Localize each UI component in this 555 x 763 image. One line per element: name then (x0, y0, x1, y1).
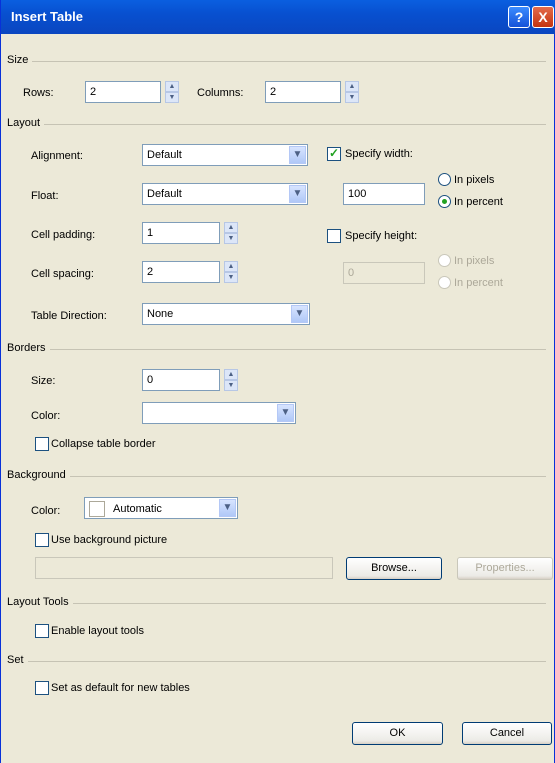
spin-up-icon[interactable]: ▲ (165, 81, 179, 92)
use-bg-picture-label: Use background picture (51, 534, 168, 546)
border-size-spinner[interactable]: ▲ ▼ (224, 369, 238, 391)
table-direction-value: None (147, 308, 174, 320)
border-color-label: Color: (31, 410, 61, 422)
height-input[interactable]: 0 (343, 262, 425, 284)
spin-down-icon[interactable]: ▼ (165, 92, 179, 103)
spin-down-icon[interactable]: ▼ (224, 272, 238, 283)
columns-input[interactable]: 2 (265, 81, 341, 103)
spin-up-icon[interactable]: ▲ (345, 81, 359, 92)
alignment-dropdown[interactable]: Default ▼ (142, 144, 308, 166)
cell-spacing-label: Cell spacing: (31, 268, 94, 280)
chevron-down-icon[interactable]: ▼ (219, 499, 236, 517)
collapse-border-checkbox[interactable] (35, 437, 49, 451)
layout-tools-section-header: Layout Tools (7, 596, 546, 610)
properties-button[interactable]: Properties... (457, 557, 553, 580)
cell-padding-label: Cell padding: (31, 229, 96, 241)
use-bg-picture-checkbox[interactable] (35, 533, 49, 547)
browse-button[interactable]: Browse... (346, 557, 442, 580)
layout-section-header: Layout (7, 117, 546, 131)
cell-padding-input[interactable]: 1 (142, 222, 220, 244)
chevron-down-icon[interactable]: ▼ (289, 185, 306, 203)
width-in-percent-label: In percent (454, 196, 503, 208)
float-label: Float: (31, 190, 59, 202)
spin-down-icon[interactable]: ▼ (224, 380, 238, 391)
rows-spinner[interactable]: ▲ ▼ (165, 81, 179, 103)
spin-down-icon[interactable]: ▼ (224, 233, 238, 244)
cell-spacing-spinner[interactable]: ▲ ▼ (224, 261, 238, 283)
chevron-down-icon[interactable]: ▼ (289, 146, 306, 164)
border-color-dropdown[interactable]: ▼ (142, 402, 296, 424)
spin-down-icon[interactable]: ▼ (345, 92, 359, 103)
color-swatch-icon (89, 501, 105, 517)
ok-button[interactable]: OK (352, 722, 443, 745)
spin-up-icon[interactable]: ▲ (224, 222, 238, 233)
enable-layout-tools-label: Enable layout tools (51, 625, 144, 637)
specify-height-label: Specify height: (345, 230, 418, 242)
float-value: Default (147, 188, 182, 200)
bg-color-label: Color: (31, 505, 61, 517)
width-in-percent-radio[interactable] (438, 195, 451, 208)
rows-label: Rows: (23, 87, 54, 99)
columns-label: Columns: (197, 87, 244, 99)
collapse-border-label: Collapse table border (51, 438, 156, 450)
bg-color-dropdown[interactable]: Automatic ▼ (84, 497, 238, 519)
close-button[interactable]: X (532, 6, 554, 28)
bg-color-value: Automatic (89, 501, 162, 517)
dialog-title: Insert Table (11, 9, 84, 24)
table-direction-label: Table Direction: (31, 310, 107, 322)
cell-spacing-input[interactable]: 2 (142, 261, 220, 283)
spin-up-icon[interactable]: ▲ (224, 261, 238, 272)
width-input[interactable]: 100 (343, 183, 425, 205)
set-section-header: Set (7, 654, 546, 668)
spin-up-icon[interactable]: ▲ (224, 369, 238, 380)
cell-padding-spinner[interactable]: ▲ ▼ (224, 222, 238, 244)
title-bar: Insert Table ? X (1, 0, 555, 34)
insert-table-dialog: Insert Table ? X Size Rows: 2 ▲ ▼ Column… (0, 0, 555, 763)
border-size-label: Size: (31, 375, 56, 387)
chevron-down-icon[interactable]: ▼ (277, 404, 294, 422)
size-section-header: Size (7, 54, 546, 68)
set-default-checkbox[interactable] (35, 681, 49, 695)
help-button[interactable]: ? (508, 6, 530, 28)
background-section-header: Background (7, 469, 546, 483)
specify-height-checkbox[interactable] (327, 229, 341, 243)
float-dropdown[interactable]: Default ▼ (142, 183, 308, 205)
columns-spinner[interactable]: ▲ ▼ (345, 81, 359, 103)
table-direction-dropdown[interactable]: None ▼ (142, 303, 310, 325)
width-in-pixels-radio[interactable] (438, 173, 451, 186)
rows-input[interactable]: 2 (85, 81, 161, 103)
bg-picture-path-input[interactable] (35, 557, 333, 579)
height-in-percent-label: In percent (454, 277, 503, 289)
height-in-pixels-label: In pixels (454, 255, 495, 267)
cancel-button[interactable]: Cancel (462, 722, 552, 745)
chevron-down-icon[interactable]: ▼ (291, 305, 308, 323)
height-in-pixels-radio[interactable] (438, 254, 451, 267)
alignment-value: Default (147, 149, 182, 161)
height-in-percent-radio[interactable] (438, 276, 451, 289)
enable-layout-tools-checkbox[interactable] (35, 624, 49, 638)
borders-section-header: Borders (7, 342, 546, 356)
set-default-label: Set as default for new tables (51, 682, 190, 694)
alignment-label: Alignment: (31, 150, 83, 162)
bg-color-text: Automatic (113, 502, 162, 515)
specify-width-label: Specify width: (345, 148, 413, 160)
specify-width-checkbox[interactable]: ✓ (327, 147, 341, 161)
border-size-input[interactable]: 0 (142, 369, 220, 391)
width-in-pixels-label: In pixels (454, 174, 495, 186)
